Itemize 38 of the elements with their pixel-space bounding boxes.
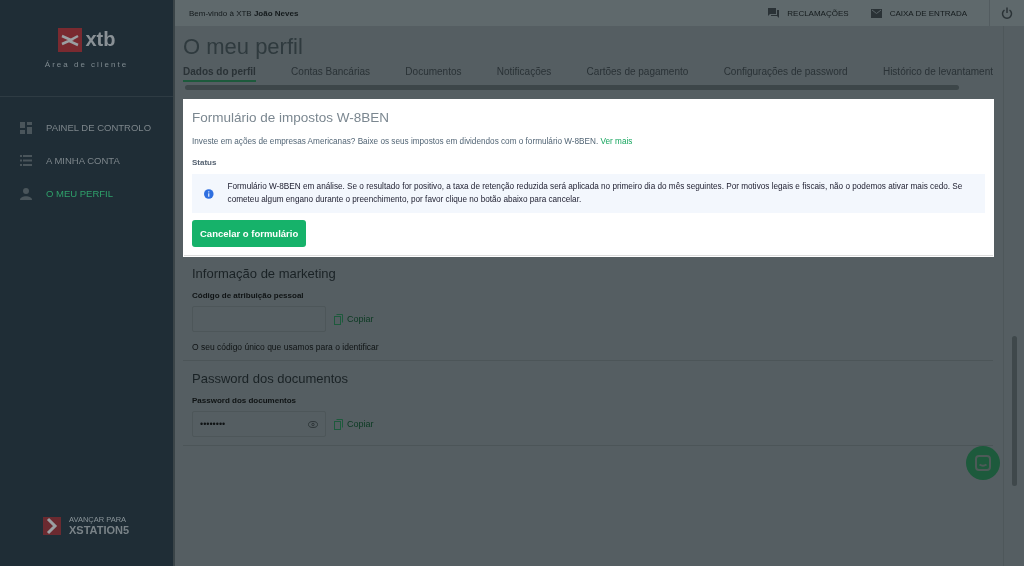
logo-icon bbox=[57, 27, 82, 52]
top-bar-link[interactable]: CAIXA DE ENTRADA bbox=[870, 8, 967, 18]
eye-icon[interactable] bbox=[308, 420, 318, 428]
field-hint: O seu código único que usamos para o identificar bbox=[192, 342, 380, 353]
top-bar-link[interactable]: RECLAMAÇÕES bbox=[768, 8, 849, 18]
intro-text: Investe em ações de empresas Americanas? Baixe os seus impostos em dividendos com o formulário W-8BEN. Ver mais bbox=[192, 137, 634, 146]
person-icon bbox=[20, 187, 32, 200]
card-title: Formulário de impostos W-8BEN bbox=[192, 110, 391, 125]
promo-link[interactable]: XSTATION5 bbox=[69, 524, 130, 536]
welcome-text: Bem-vindo à XTB João Neves bbox=[189, 8, 299, 18]
nav-item[interactable]: PAINEL DE CONTROLO bbox=[0, 111, 173, 144]
section-title: Informação de marketing bbox=[192, 266, 337, 282]
nav-item[interactable]: A MINHA CONTA bbox=[0, 144, 173, 177]
logo-text: xtb bbox=[85, 28, 116, 51]
arrow-logo-icon bbox=[43, 516, 61, 535]
notice-text: Formulário W-8BEN em análise. Se o resultado for positivo, a taxa de retenção reduzida será aplicada no primeiro dia do mês seguintes. Por motivos legais e fiscais, não o podemos ativar mais cedo. Se cometeu algum engano durante o preenchimento, por favor clique no botão abaixo para cancelar. bbox=[227, 181, 964, 206]
input-field[interactable]: •••••••• bbox=[192, 411, 326, 438]
info-icon bbox=[204, 186, 214, 201]
chat-button[interactable] bbox=[966, 446, 1000, 480]
horizontal-scrollbar[interactable] bbox=[185, 85, 959, 90]
copy-link[interactable]: Copiar bbox=[334, 418, 374, 430]
mail-icon bbox=[870, 8, 882, 18]
section-title: Password dos documentos bbox=[192, 371, 350, 387]
copy-link[interactable]: Copiar bbox=[334, 313, 374, 325]
list-icon bbox=[20, 155, 32, 166]
chat-icon bbox=[975, 455, 991, 471]
chat-icon bbox=[768, 8, 780, 18]
field-label: Código de atribuição pessoal bbox=[192, 291, 305, 301]
cancel-form-button[interactable]: Cancelar o formulário bbox=[192, 220, 307, 248]
copy-icon bbox=[334, 313, 343, 325]
copy-icon bbox=[334, 418, 343, 430]
dashboard-icon bbox=[20, 121, 32, 134]
logo-subtitle: Área de cliente bbox=[44, 59, 129, 69]
status-label: Status bbox=[192, 158, 218, 167]
power-icon[interactable] bbox=[1001, 7, 1013, 19]
more-link[interactable]: Ver mais bbox=[600, 137, 633, 146]
nav-item[interactable]: O MEU PERFIL bbox=[0, 177, 173, 210]
field-label: Password dos documentos bbox=[192, 396, 298, 406]
